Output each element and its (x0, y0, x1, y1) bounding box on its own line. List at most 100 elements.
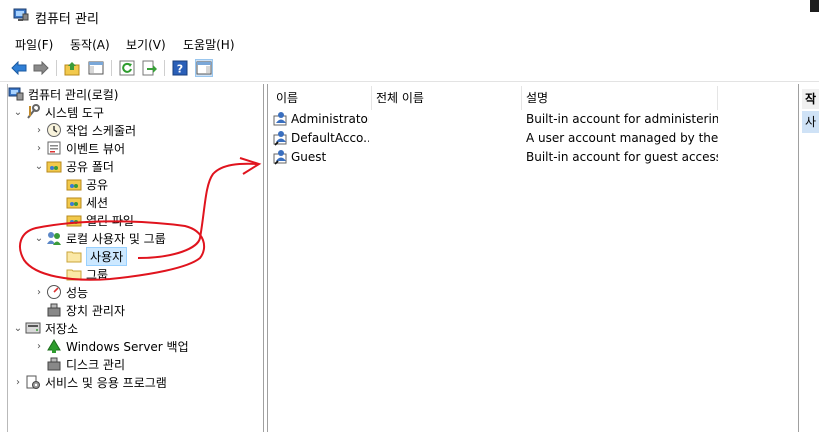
tree-node-services-apps[interactable]: › 서비스 및 응용 프로그램 (11, 373, 167, 391)
device-manager-icon (46, 302, 62, 318)
tree-label: 공유 폴더 (66, 159, 114, 174)
tree-label: 장치 관리자 (66, 303, 126, 318)
user-list-view: 이름 전체 이름 설명 Administrator Built-in accou… (267, 84, 797, 432)
user-description: Built-in account for administerin... (526, 112, 718, 126)
tree-label: 사용자 (86, 246, 128, 266)
users-group-icon (46, 230, 62, 246)
menu-view[interactable]: 보기(V) (126, 36, 166, 53)
left-edge-strip (0, 84, 8, 432)
performance-icon (46, 284, 62, 300)
tree-node-windows-server-backup[interactable]: › Windows Server 백업 (32, 337, 189, 355)
tree-node-disk-management[interactable]: 디스크 관리 (46, 355, 125, 373)
toolbar: ? (0, 54, 819, 82)
shared-folder-icon (66, 176, 82, 192)
up-folder-icon[interactable] (63, 59, 81, 77)
menu-file[interactable]: 파일(F) (15, 36, 53, 53)
tools-icon (25, 104, 41, 120)
back-icon[interactable] (10, 59, 28, 77)
tree-label: 로컬 사용자 및 그룹 (66, 231, 166, 246)
tree-node-performance[interactable]: › 성능 (32, 283, 88, 301)
toolbar-separator (111, 60, 112, 76)
tree-node-shared-folders[interactable]: ⌄ 공유 폴더 (32, 157, 114, 175)
tree-node-local-users-groups[interactable]: ⌄ 로컬 사용자 및 그룹 (32, 229, 166, 247)
actions-selected-item[interactable]: 사 (802, 111, 819, 133)
title-bar: 컴퓨터 관리 (0, 0, 819, 32)
actions-title: 작 (802, 89, 819, 109)
column-header-description[interactable]: 설명 (522, 86, 718, 110)
show-hide-tree-icon[interactable] (87, 59, 105, 77)
refresh-icon[interactable] (118, 59, 136, 77)
tree-label: 공유 (86, 177, 109, 192)
tree-node-groups[interactable]: 그룹 (66, 265, 108, 283)
tree-label: 서비스 및 응용 프로그램 (45, 375, 167, 390)
console-tree: 컴퓨터 관리(로컬) ⌄ 시스템 도구 › 작업 스케줄러 › 이벤트 뷰어 ⌄… (8, 84, 264, 432)
chevron-down-icon[interactable]: ⌄ (32, 157, 46, 175)
table-row[interactable]: Administrator Built-in account for admin… (268, 110, 798, 129)
chevron-down-icon[interactable]: ⌄ (11, 103, 25, 121)
window-edge (810, 0, 819, 12)
help-icon[interactable]: ? (171, 59, 189, 77)
tree-label: 작업 스케줄러 (66, 123, 137, 138)
folder-icon (66, 266, 82, 282)
tree-node-storage[interactable]: ⌄ 저장소 (11, 319, 78, 337)
shared-folder-icon (66, 212, 82, 228)
tree-node-task-scheduler[interactable]: › 작업 스케줄러 (32, 121, 136, 139)
tree-label: 열린 파일 (86, 213, 134, 228)
user-name: DefaultAcco... (291, 131, 369, 145)
chevron-down-icon[interactable]: ⌄ (11, 319, 25, 337)
computer-management-icon (13, 8, 29, 23)
user-icon (273, 149, 289, 168)
tree-label: Windows Server 백업 (66, 339, 189, 354)
clock-icon (46, 122, 62, 138)
backup-icon (46, 338, 62, 354)
forward-icon[interactable] (32, 59, 50, 77)
tree-label: 시스템 도구 (45, 105, 105, 120)
user-name: Administrator (291, 112, 369, 126)
toolbar-separator (164, 60, 165, 76)
user-name: Guest (291, 150, 327, 164)
shared-folder-icon (46, 158, 62, 174)
toolbar-separator (56, 60, 57, 76)
tree-label: 컴퓨터 관리(로컬) (28, 87, 119, 102)
menu-bar: 파일(F) 동작(A) 보기(V) 도움말(H) (0, 32, 819, 54)
tree-label: 세션 (86, 195, 109, 210)
chevron-down-icon[interactable]: ⌄ (32, 229, 46, 247)
tree-label: 그룹 (86, 267, 109, 282)
tree-node-sessions[interactable]: 세션 (66, 193, 108, 211)
tree-label: 저장소 (45, 321, 79, 336)
show-hide-action-pane-icon[interactable] (195, 59, 213, 77)
user-description: A user account managed by the ... (526, 131, 718, 145)
chevron-right-icon[interactable]: › (32, 337, 46, 355)
tree-node-shares[interactable]: 공유 (66, 175, 108, 193)
tree-node-event-viewer[interactable]: › 이벤트 뷰어 (32, 139, 125, 157)
actions-pane: 작 사 (798, 84, 819, 432)
user-description: Built-in account for guest access... (526, 150, 718, 164)
export-list-icon[interactable] (140, 59, 158, 77)
user-icon (273, 130, 289, 149)
tree-label: 디스크 관리 (66, 357, 126, 372)
tree-label: 성능 (66, 285, 89, 300)
tree-node-root[interactable]: 컴퓨터 관리(로컬) (8, 85, 118, 103)
column-header-name[interactable]: 이름 (272, 86, 372, 110)
services-icon (25, 374, 41, 390)
chevron-right-icon[interactable]: › (32, 283, 46, 301)
chevron-right-icon[interactable]: › (32, 121, 46, 139)
folder-icon (66, 248, 82, 264)
tree-node-device-manager[interactable]: 장치 관리자 (46, 301, 125, 319)
user-icon (273, 111, 289, 130)
disk-management-icon (46, 356, 62, 372)
table-row[interactable]: DefaultAcco... A user account managed by… (268, 129, 798, 148)
menu-action[interactable]: 동작(A) (70, 36, 110, 53)
table-row[interactable]: Guest Built-in account for guest access.… (268, 148, 798, 167)
tree-label: 이벤트 뷰어 (66, 141, 126, 156)
column-header-full-name[interactable]: 전체 이름 (372, 86, 522, 110)
window-title: 컴퓨터 관리 (35, 12, 99, 27)
tree-node-system-tools[interactable]: ⌄ 시스템 도구 (11, 103, 104, 121)
chevron-right-icon[interactable]: › (11, 373, 25, 391)
tree-node-open-files[interactable]: 열린 파일 (66, 211, 134, 229)
menu-help[interactable]: 도움말(H) (183, 36, 235, 53)
event-viewer-icon (46, 140, 62, 156)
tree-node-users[interactable]: 사용자 (66, 246, 128, 266)
storage-icon (25, 320, 41, 336)
chevron-right-icon[interactable]: › (32, 139, 46, 157)
